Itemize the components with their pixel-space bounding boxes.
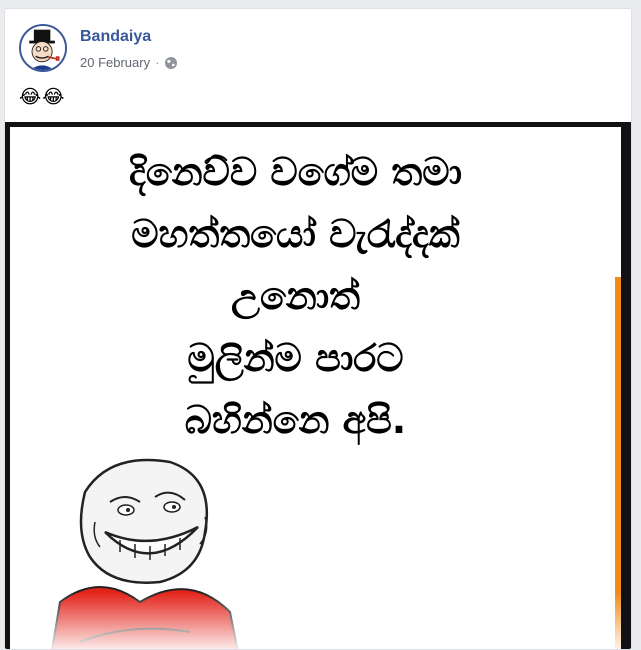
post-image[interactable]: දිනෙව්ව වගේම තමා මහත්තයෝ වැරැද්දක් උනොත්… — [5, 122, 631, 649]
meme-line: බහින්නෙ අපි. — [184, 398, 407, 442]
meme-line: දිනෙව්ව වගේම තමා — [128, 150, 463, 194]
meme-line: උනොත් — [230, 274, 361, 318]
post-date-link[interactable]: 20 February — [80, 55, 150, 70]
bottom-fade — [10, 592, 621, 649]
post-text: 😂😂 — [19, 87, 66, 108]
author-avatar[interactable] — [19, 24, 67, 72]
meme-line: මහත්තයෝ වැරැද්දක් — [131, 212, 460, 256]
meme-line: මුලින්ම පාරට — [187, 336, 404, 380]
author-name-link[interactable]: Bandaiya — [80, 28, 151, 46]
meta-separator: · — [155, 55, 160, 70]
post-card: Bandaiya 20 February · 😂😂 දිනෙව්ව වගේම ත… — [4, 8, 632, 650]
top-hat-gentleman-icon — [21, 26, 65, 70]
meme-image: දිනෙව්ව වගේම තමා මහත්තයෝ වැරැද්දක් උනොත්… — [10, 127, 621, 649]
globe-icon[interactable] — [164, 56, 178, 70]
meme-caption: දිනෙව්ව වගේම තමා මහත්තයෝ වැරැද්දක් උනොත්… — [10, 141, 581, 451]
post-meta: 20 February · — [80, 55, 178, 70]
post-header: Bandaiya 20 February · 😂😂 — [5, 9, 631, 121]
